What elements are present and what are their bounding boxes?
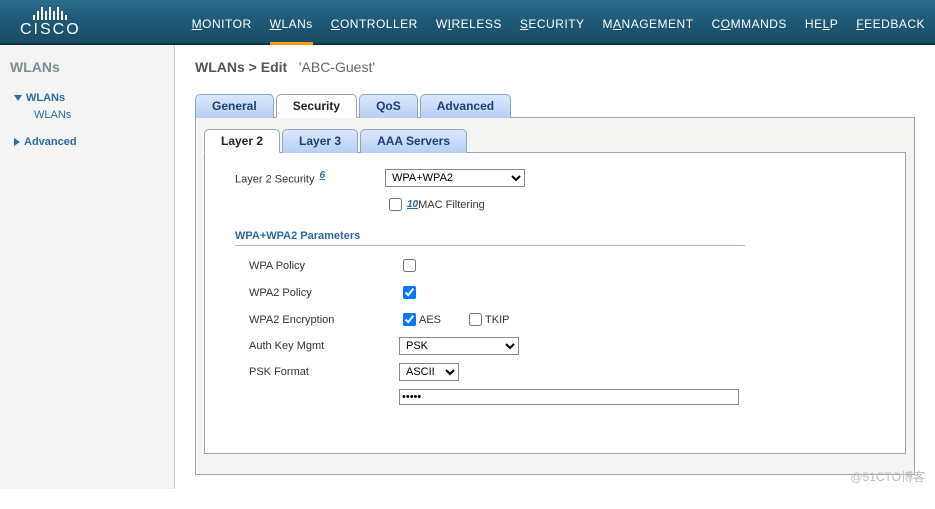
content-area: WLANs > Edit 'ABC-Guest' General Securit…	[175, 45, 935, 489]
sidebar-title: WLANs	[10, 59, 164, 75]
nav-monitor[interactable]: MONITOR	[192, 17, 252, 37]
sidebar-item-wlans[interactable]: WLANs	[10, 89, 164, 107]
mac-filtering-checkbox[interactable]	[389, 198, 402, 211]
footnote-10[interactable]: 10	[407, 199, 418, 210]
wpa2-encryption-label: WPA2 Encryption	[249, 314, 399, 326]
tab-general[interactable]: General	[195, 94, 274, 118]
chevron-right-icon	[14, 138, 20, 146]
subtab-layer3[interactable]: Layer 3	[282, 129, 358, 153]
wpa-params-heading: WPA+WPA2 Parameters	[235, 230, 745, 246]
wpa-policy-label: WPA Policy	[249, 260, 399, 272]
sidebar: WLANs WLANs WLANs Advanced	[0, 45, 175, 489]
layer2-security-select[interactable]: WPA+WPA2	[385, 169, 525, 187]
chevron-down-icon	[14, 95, 22, 101]
psk-input[interactable]	[399, 389, 739, 405]
nav-feedback[interactable]: FEEDBACK	[856, 17, 925, 37]
footnote-6[interactable]: 6	[320, 170, 326, 181]
nav-commands[interactable]: COMMANDS	[712, 17, 787, 37]
top-navbar: CISCO MONITOR WLANs CONTROLLER WIRELESS …	[0, 0, 935, 45]
breadcrumb: WLANs > Edit 'ABC-Guest'	[195, 59, 915, 75]
tab-qos[interactable]: QoS	[359, 94, 418, 118]
sidebar-item-label: WLANs	[34, 109, 71, 121]
auth-key-mgmt-select[interactable]: PSK	[399, 337, 519, 355]
psk-format-select[interactable]: ASCII	[399, 363, 459, 381]
nav-wireless[interactable]: WIRELESS	[436, 17, 502, 37]
primary-nav: MONITOR WLANs CONTROLLER WIRELESS SECURI…	[192, 17, 925, 37]
aes-label: AES	[419, 314, 441, 326]
wpa2-policy-checkbox[interactable]	[403, 286, 416, 299]
cisco-logo: CISCO	[20, 4, 81, 39]
tab-security[interactable]: Security	[276, 94, 357, 118]
subtab-layer2[interactable]: Layer 2	[204, 129, 280, 153]
tkip-label: TKIP	[485, 314, 509, 326]
nav-security[interactable]: SECURITY	[520, 17, 585, 37]
nav-controller[interactable]: CONTROLLER	[331, 17, 418, 37]
sidebar-subitem-wlans[interactable]: WLANs	[34, 107, 164, 123]
auth-key-mgmt-label: Auth Key Mgmt	[249, 340, 399, 352]
nav-wlans[interactable]: WLANs	[270, 17, 313, 37]
wpa2-policy-label: WPA2 Policy	[249, 287, 399, 299]
layer2-security-label: Layer 2 Security 6	[235, 170, 385, 186]
subtab-aaa[interactable]: AAA Servers	[360, 129, 467, 153]
security-subtabs: Layer 2 Layer 3 AAA Servers	[204, 128, 906, 153]
brand-text: CISCO	[20, 21, 81, 39]
nav-help[interactable]: HELP	[805, 17, 838, 37]
layer2-panel: Layer 2 Security 6 WPA+WPA2 10MAC Filter…	[204, 153, 906, 454]
cisco-logo-icon	[33, 4, 67, 20]
tab-advanced[interactable]: Advanced	[420, 94, 511, 118]
aes-checkbox[interactable]	[403, 313, 416, 326]
tkip-checkbox[interactable]	[469, 313, 482, 326]
nav-management[interactable]: MANAGEMENT	[603, 17, 694, 37]
sidebar-item-label: Advanced	[24, 136, 77, 148]
psk-format-label: PSK Format	[249, 366, 399, 378]
sidebar-item-advanced[interactable]: Advanced	[10, 133, 164, 151]
watermark: @51CTO博客	[850, 468, 925, 485]
wpa-policy-checkbox[interactable]	[403, 259, 416, 272]
mac-filtering-label: MAC Filtering	[418, 199, 485, 211]
sidebar-item-label: WLANs	[26, 92, 65, 104]
wlan-edit-tabs: General Security QoS Advanced	[195, 93, 915, 118]
